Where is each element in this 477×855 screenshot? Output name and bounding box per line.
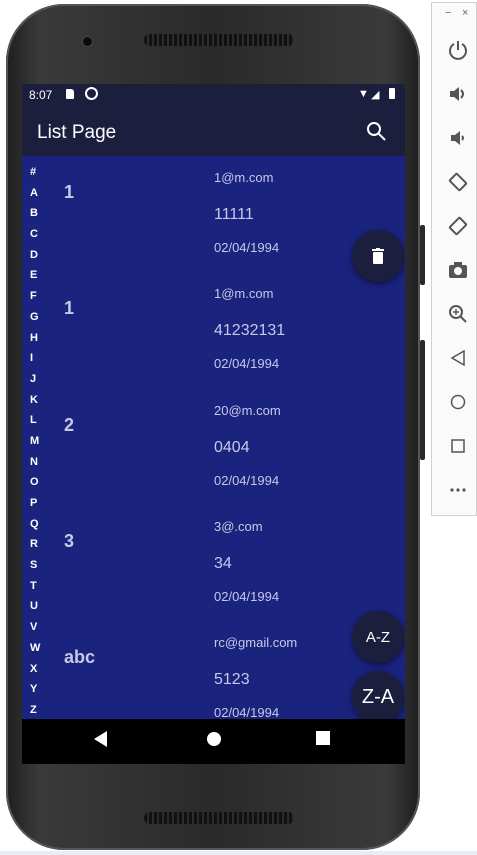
contact-email: rc@gmail.com [214, 635, 298, 651]
contact-email: 1@m.com [214, 286, 274, 302]
contact-phone: 0404 [214, 438, 250, 456]
contact-phone: 34 [214, 554, 232, 572]
contact-date: 02/04/1994 [214, 705, 280, 721]
battery-icon [389, 88, 395, 99]
contact-email: 20@m.com [214, 402, 281, 418]
contact-date: 02/04/1994 [214, 240, 280, 255]
contact-name: 3 [64, 530, 75, 551]
contact-email: 3@.com [214, 518, 263, 534]
contact-date: 02/04/1994 [214, 356, 280, 372]
zoom-icon[interactable] [447, 303, 469, 325]
power-icon[interactable] [447, 39, 469, 61]
sd-card-icon [66, 89, 74, 99]
rotate-left-icon[interactable] [447, 171, 469, 193]
signal-icon: ◢ [371, 89, 380, 101]
delete-button[interactable] [352, 230, 404, 282]
contact-phone: 11111 [214, 206, 254, 223]
trash-icon [372, 248, 384, 264]
contact-name: 1 [64, 298, 75, 319]
back-icon[interactable] [94, 731, 108, 747]
overview-nav-icon[interactable] [447, 435, 469, 457]
status-bar: 8:07 ▼ ◢ [22, 84, 405, 106]
sync-icon [85, 87, 98, 100]
volume-down-icon[interactable] [447, 127, 469, 149]
home-nav-icon[interactable] [447, 391, 469, 413]
sort-za-button[interactable]: Z-A [352, 671, 404, 723]
contact-row[interactable]: 1 1@m.com 41232131 02/04/1994 [22, 272, 405, 388]
contact-phone: 5123 [214, 671, 250, 689]
close-button[interactable]: × [462, 7, 468, 19]
emulator-toolbar: − × [431, 2, 477, 516]
contact-phone: 41232131 [214, 322, 286, 340]
contact-row[interactable]: 2 20@m.com 0404 02/04/1994 [22, 389, 405, 505]
recents-icon[interactable] [316, 731, 330, 745]
status-time: 8:07 [29, 88, 53, 102]
contact-list[interactable]: # A B C D E F G H I J K L M N O P Q R S T U V W X Y Z 1 1@m.com 1111… [22, 156, 405, 764]
camera-icon[interactable] [447, 259, 469, 281]
page-title: List Page [37, 122, 117, 143]
bottom-edge-strip [0, 851, 477, 855]
contact-name: 1 [64, 182, 75, 202]
search-icon[interactable] [366, 121, 386, 141]
rotate-right-icon[interactable] [447, 215, 469, 237]
contact-row[interactable]: 1 1@m.com 11111 02/04/1994 [22, 156, 405, 272]
android-nav-bar [22, 719, 405, 764]
contact-date: 02/04/1994 [214, 472, 280, 488]
contact-email: 1@m.com [214, 170, 274, 185]
back-nav-icon[interactable] [447, 347, 469, 369]
earpiece-speaker [144, 34, 294, 46]
volume-rocker-hardware [420, 340, 425, 460]
contact-row[interactable]: 3 3@.com 34 02/04/1994 [22, 505, 405, 621]
wifi-icon: ▼ [358, 88, 369, 100]
bottom-speaker [144, 812, 294, 824]
front-camera [83, 37, 92, 46]
power-button-hardware [420, 225, 425, 285]
more-options-icon[interactable] [447, 479, 469, 501]
contact-name: abc [64, 647, 96, 668]
sort-az-button[interactable]: A-Z [352, 611, 404, 663]
home-icon[interactable] [206, 731, 222, 747]
device-screen: 8:07 ▼ ◢ List Page # A B C D E F G H I J K L M N O P Q R S T… [22, 84, 405, 764]
minimize-button[interactable]: − [445, 7, 451, 19]
app-bar: List Page [22, 106, 405, 156]
contact-date: 02/04/1994 [214, 588, 280, 604]
contact-name: 2 [64, 414, 75, 435]
volume-up-icon[interactable] [447, 83, 469, 105]
